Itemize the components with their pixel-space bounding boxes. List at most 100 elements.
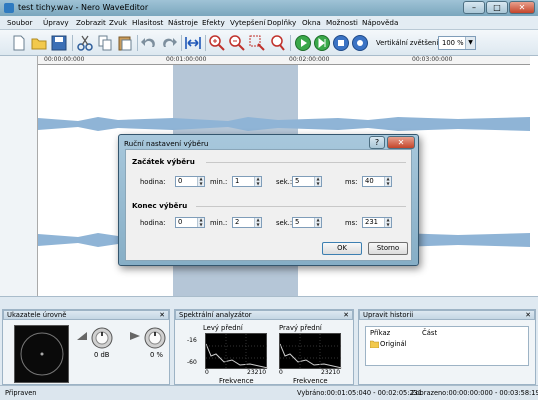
redo-icon[interactable] [160,34,178,52]
window-title: test tichy.wav - Nero WaveEditor [18,3,149,12]
menu-doplnky[interactable]: Doplňky [267,18,296,27]
start-hours-input[interactable]: 0 ▲ ▼ [175,176,205,187]
level-meter-display [14,325,69,383]
end-heading: Konec výběru [132,201,188,210]
spectrum-right-x1: 23210 [321,369,341,376]
history-column-command: Příkaz [370,329,391,337]
horizontal-scrollbar[interactable] [0,296,538,307]
pan-knob[interactable] [144,327,166,349]
end-seconds-input[interactable]: 5 ▲ ▼ [292,217,322,228]
app-icon [4,3,14,13]
status-selection: Vybráno:00:01:05:040 - 00:02:05:231 [297,389,423,397]
ok-button[interactable]: OK [322,242,362,255]
menu-zvuk[interactable]: Zvuk [109,18,127,27]
new-file-icon[interactable] [10,34,28,52]
close-icon[interactable]: ✕ [525,311,531,319]
start-hours-label: hodina: [140,178,166,186]
spectrum-left-label: Levý přední [203,324,243,332]
dialog-help-button[interactable]: ? [369,136,385,149]
menu-soubor[interactable]: Soubor [7,18,32,27]
spectrum-left-graph [205,333,269,370]
play-icon[interactable] [294,34,312,52]
open-folder-icon[interactable] [30,34,48,52]
menu-vylepseni[interactable]: Vytepšení [230,18,266,27]
spectrum-left-xlabel: Frekvence [219,377,254,385]
close-icon[interactable]: ✕ [343,311,349,319]
menu-zobrazit[interactable]: Zobrazit [76,18,106,27]
volume-value: 0 dB [94,351,110,359]
spectrum-analyzer-panel: Spektrální analyzátor ✕ Levý přední Pravý… [174,309,354,385]
record-icon[interactable] [351,34,369,52]
dialog-title: Ruční nastavení výběru [124,139,209,148]
undo-icon[interactable] [140,34,158,52]
waveform-left-channel [38,117,530,131]
end-ms-label: ms: [345,219,358,227]
end-hours-input[interactable]: 0 ▲ ▼ [175,217,205,228]
play-selection-icon[interactable] [313,34,331,52]
chevron-down-icon: ▼ [465,37,475,49]
spectrum-left-x1: 23210 [247,369,267,376]
status-display-range: Zobrazeno:00:00:00:000 - 00:03:58:196 [411,389,538,397]
menu-hlasitost[interactable]: Hlasitost [132,18,163,27]
zoom-out-icon[interactable] [228,34,246,52]
close-icon[interactable]: ✕ [159,311,165,319]
start-minutes-label: min.: [210,178,228,186]
end-minutes-input[interactable]: 2 ▲ ▼ [232,217,262,228]
end-seconds-label: sek.: [276,219,293,227]
spectrum-right-graph [279,333,343,370]
end-ms-input[interactable]: 231 ▲ ▼ [362,217,392,228]
history-list[interactable]: Příkaz Část Originál [365,326,529,366]
pan-value: 0 % [150,351,163,359]
menu-moznosti[interactable]: Možnosti [326,18,358,27]
zoom-vertical-icon[interactable] [268,34,286,52]
title-bar: test tichy.wav - Nero WaveEditor – □ ✕ [0,0,538,16]
history-column-part: Část [422,329,438,337]
menu-okna[interactable]: Okna [302,18,321,27]
spectrum-y-top: -16 [187,337,197,344]
menu-efekty[interactable]: Efekty [202,18,225,27]
menu-nastroje[interactable]: Nástroje [168,18,198,27]
dialog-close-button[interactable]: ✕ [387,136,415,149]
timeline-ruler[interactable]: 00:00:00:000 00:01:00:000 00:02:00:000 0… [38,56,530,65]
cut-icon[interactable] [76,34,94,52]
spectrum-right-xlabel: Frekvence [293,377,328,385]
bottom-panels: Ukazatele úrovně ✕ 0 dB 0 % Spektrální an… [0,307,538,385]
maximize-button[interactable]: □ [486,1,508,14]
history-header: Upravit historii ✕ [359,310,535,320]
stop-icon[interactable] [332,34,350,52]
history-item[interactable]: Originál [380,340,407,348]
start-seconds-label: sek.: [276,178,293,186]
zoom-selection-icon[interactable] [248,34,266,52]
spectrum-right-x0: 0 [279,369,283,376]
toolbar: Vertikální zvětšení: 100 % ▼ [0,30,538,56]
paste-icon[interactable] [116,34,134,52]
volume-knob[interactable] [91,327,113,349]
vertical-zoom-select[interactable]: 100 % ▼ [438,36,476,50]
save-icon[interactable] [50,34,68,52]
start-minutes-input[interactable]: 1 ▲ ▼ [232,176,262,187]
spectrum-header: Spektrální analyzátor ✕ [175,310,353,320]
spectrum-left-x0: 0 [205,369,209,376]
menu-napoveda[interactable]: Nápověda [362,18,398,27]
folder-icon [370,340,379,348]
end-hours-label: hodina: [140,219,166,227]
volume-ramp-icon [77,332,87,340]
minimize-button[interactable]: – [463,1,485,14]
level-meters-header: Ukazatele úrovně ✕ [3,310,169,320]
status-bar: Připraven Vybráno:00:01:05:040 - 00:02:0… [0,385,538,400]
start-seconds-input[interactable]: 5 ▲ ▼ [292,176,322,187]
spectrum-y-bottom: -60 [187,359,197,366]
fit-width-icon[interactable] [184,34,202,52]
cancel-button[interactable]: Storno [368,242,408,255]
level-meters-panel: Ukazatele úrovně ✕ 0 dB 0 % [2,309,170,385]
time-tick: 00:00:00:000 [44,56,85,63]
copy-icon[interactable] [96,34,114,52]
menu-upravy[interactable]: Úpravy [43,18,69,27]
time-tick: 00:01:00:000 [166,56,207,63]
start-ms-input[interactable]: 40 ▲ ▼ [362,176,392,187]
vertical-zoom-label: Vertikální zvětšení: [376,39,441,47]
amplitude-ruler [0,56,38,296]
start-ms-label: ms: [345,178,358,186]
close-button[interactable]: ✕ [509,1,535,14]
zoom-in-icon[interactable] [208,34,226,52]
